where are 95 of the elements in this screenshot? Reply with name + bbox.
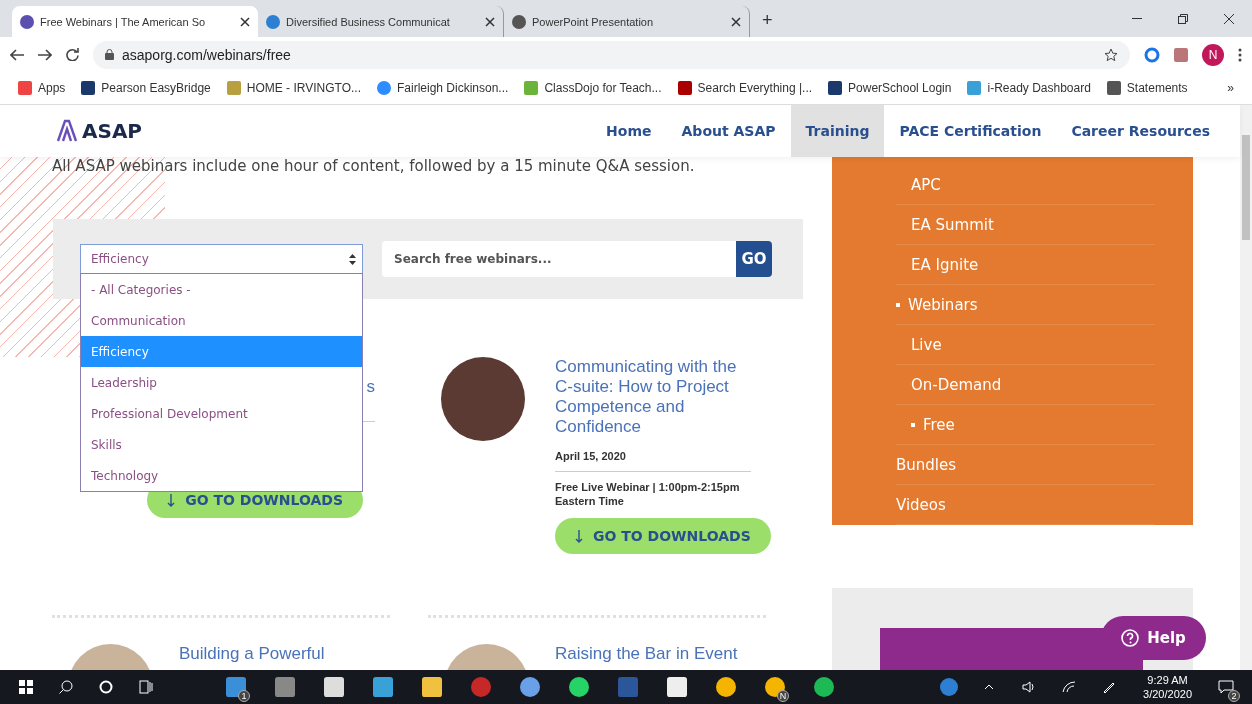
clock-date: 3/20/2020 <box>1143 687 1192 701</box>
app-icon <box>226 677 246 697</box>
favicon-icon <box>677 81 692 95</box>
webinar-title[interactable]: Communicating with the C-suite: How to Project Competence and Confidence <box>555 357 755 437</box>
help-button[interactable]: Help <box>1101 616 1206 660</box>
bookmark-link[interactable]: Search Everything |... <box>677 81 813 95</box>
down-arrow-icon <box>575 529 583 543</box>
question-icon <box>1121 629 1140 647</box>
favicon-icon <box>524 81 539 95</box>
tab-favicon-icon <box>512 14 526 29</box>
webinar-title[interactable]: Building a Powerful <box>179 644 325 670</box>
app-icon <box>667 677 687 697</box>
app-icon <box>716 677 736 697</box>
close-icon[interactable] <box>240 16 250 27</box>
nav-link[interactable]: PACE Certification <box>884 105 1057 157</box>
app-icon <box>618 677 638 697</box>
back-icon[interactable] <box>10 48 24 61</box>
nav-link[interactable]: Home <box>591 105 667 157</box>
notifications-button[interactable]: 2 <box>1206 670 1246 704</box>
more-bookmarks-button[interactable]: » <box>1227 81 1234 95</box>
browser-tab[interactable]: Free Webinars | The American So <box>12 6 258 37</box>
bookmark-link[interactable]: ClassDojo for Teach... <box>524 81 662 95</box>
down-arrow-icon <box>167 493 176 507</box>
clock-time: 9:29 AM <box>1147 673 1188 687</box>
app-badge: N <box>777 690 789 702</box>
minimize-icon[interactable] <box>1132 17 1142 20</box>
address-bar[interactable]: asaporg.com/webinars/free <box>93 40 1130 69</box>
app-icon <box>520 677 540 697</box>
site-logo[interactable]: ASAP <box>56 119 143 143</box>
menu-icon[interactable] <box>1238 47 1242 62</box>
webinar-info: Free Live Webinar | 1:00pm-2:15pm Eastern Time <box>555 480 741 508</box>
bookmark-link[interactable]: i-Ready Dashboard <box>967 81 1091 95</box>
taskbar-app[interactable]: 1 <box>216 670 256 704</box>
bookmark-link[interactable]: Fairleigh Dickinson... <box>377 81 509 95</box>
star-icon[interactable] <box>1104 47 1118 62</box>
bookmark-link[interactable]: PowerSchool Login <box>828 81 952 95</box>
nav-link[interactable]: Training <box>790 105 885 157</box>
notification-badge: 2 <box>1228 690 1240 702</box>
close-icon[interactable] <box>731 16 741 27</box>
app-icon <box>569 677 589 697</box>
tab-favicon-icon <box>20 14 34 29</box>
taskbar-app[interactable]: N <box>755 670 795 704</box>
search-icon <box>59 680 73 694</box>
new-tab-button[interactable]: + <box>762 10 773 31</box>
app-icon <box>324 677 344 697</box>
webinar-title[interactable]: Raising the Bar in Event <box>555 644 738 670</box>
bookmark-link[interactable]: HOME - IRVINGTO... <box>226 81 361 95</box>
restore-icon[interactable] <box>1178 13 1188 24</box>
app-icon <box>471 677 491 697</box>
app-icon <box>275 677 295 697</box>
category-select[interactable]: Efficiency <box>80 244 363 274</box>
lock-icon <box>105 49 114 60</box>
webinar-date: April 15, 2020 <box>555 449 627 463</box>
profile-avatar[interactable]: N <box>1202 43 1224 66</box>
favicon-icon <box>828 81 843 95</box>
download-button[interactable]: GO TO DOWNLOADS <box>555 518 771 554</box>
close-icon[interactable] <box>1224 13 1234 24</box>
taskbar-clock[interactable]: 9:29 AM 3/20/2020 <box>1143 673 1192 701</box>
task-view-icon <box>139 680 153 694</box>
intro-text: All ASAP webinars include one hour of content, followed by a 15 minute Q&A session. <box>51 157 696 175</box>
bookmark-link[interactable]: Apps <box>18 81 66 95</box>
favicon-icon <box>226 81 241 95</box>
favicon-icon <box>81 81 96 95</box>
app-icon <box>765 677 785 697</box>
tab-favicon-icon <box>266 14 280 29</box>
search-field[interactable]: Search free webinars... <box>382 241 736 277</box>
chevron-icon <box>984 684 995 690</box>
message-icon <box>1218 680 1234 694</box>
pen-icon <box>1102 680 1117 694</box>
bookmark-link[interactable]: Pearson EasyBridge <box>81 81 211 95</box>
nav-link[interactable]: Career Resources <box>1056 105 1225 157</box>
logo-icon <box>56 119 78 143</box>
help-icon <box>940 678 959 696</box>
nav-link[interactable]: About ASAP <box>666 105 791 157</box>
close-icon[interactable] <box>485 16 495 27</box>
scroll-thumb[interactable] <box>1242 135 1250 240</box>
favicon-icon <box>1106 81 1121 95</box>
favicon-icon <box>967 81 982 95</box>
grid-icon <box>18 81 32 95</box>
bookmark-link[interactable]: Statements <box>1106 81 1188 95</box>
speaker-icon <box>1022 681 1037 693</box>
sort-arrows-icon <box>349 253 356 265</box>
reload-icon[interactable] <box>66 48 79 61</box>
app-icon <box>422 677 442 697</box>
circle-icon <box>99 680 113 694</box>
forward-icon[interactable] <box>38 48 52 61</box>
app-icon <box>373 677 393 697</box>
favicon-icon <box>377 81 391 95</box>
app-icon <box>814 677 834 697</box>
windows-icon <box>19 680 33 694</box>
webinar-title[interactable]: s <box>366 377 375 397</box>
logo-text: ASAP <box>82 119 143 143</box>
go-button[interactable]: GO <box>736 241 772 277</box>
wifi-icon <box>1062 681 1077 693</box>
app-badge: 1 <box>238 690 250 702</box>
